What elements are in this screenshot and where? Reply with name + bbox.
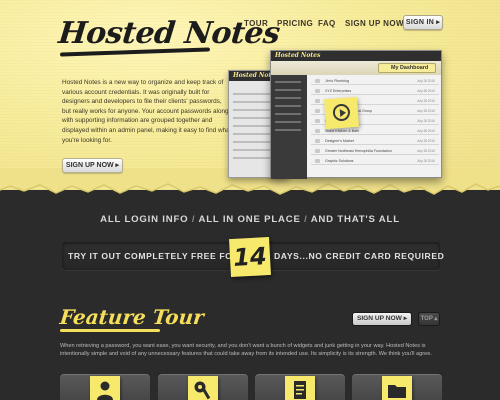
mock-row-date: July 28 2010: [416, 109, 435, 113]
mock-sidebar-item: [275, 113, 301, 115]
tagline-part-2: ALL IN ONE PLACE: [198, 214, 301, 225]
mock-table-row: Jim's Plumbing July 28 2010: [311, 78, 439, 85]
mock-row-date: July 28 2010: [416, 89, 435, 93]
star-icon: [315, 159, 320, 163]
mock-sidebar-item: [275, 121, 301, 123]
mock-table-row: Greater Northeast Hemophilia Foundation J…: [311, 148, 439, 155]
mock-row-name: Jim's Plumbing: [325, 79, 350, 83]
tagline-part-1: ALL LOGIN INFO: [100, 214, 189, 225]
star-icon: [315, 99, 320, 103]
trial-text-left: TRY IT OUT COMPLETELY FREE FOR: [68, 251, 240, 261]
mock-sidebar: [271, 75, 307, 179]
sign-in-button[interactable]: SIGN IN ▸: [403, 15, 443, 30]
star-icon: [315, 129, 320, 133]
star-icon: [315, 139, 320, 143]
nav-sign-up-now[interactable]: SIGN UP NOW: [345, 19, 404, 28]
mock-table-row: Designer's Market July 28 2010: [311, 138, 439, 145]
mock-table-row: XYZ Enterprises July 28 2010: [311, 88, 439, 95]
mock-brand: Hosted Notes: [275, 52, 321, 59]
key-icon: [188, 376, 218, 400]
mock-row-name: Greater Northeast Hemophilia Foundation: [325, 149, 392, 153]
star-icon: [315, 109, 320, 113]
hero-sign-up-button[interactable]: SIGN UP NOW ▸: [62, 158, 123, 173]
mock-row-name: Graphic Solutions: [325, 159, 354, 163]
feature-description: When retrieving a password, you want eas…: [60, 343, 432, 357]
feature-tour-underline: [60, 329, 160, 332]
star-icon: [315, 89, 320, 93]
play-triangle: [339, 108, 347, 118]
mock-row-name: XYZ Enterprises: [325, 89, 352, 93]
mock-row-date: July 28 2010: [416, 159, 435, 163]
mock-sidebar-item: [275, 129, 301, 131]
mock-row-date: July 28 2010: [416, 149, 435, 153]
star-icon: [315, 149, 320, 153]
tagline-separator: /: [304, 214, 308, 225]
tagline: ALL LOGIN INFO / ALL IN ONE PLACE / AND …: [0, 214, 500, 225]
back-to-top-button[interactable]: TOP ▴: [418, 312, 440, 326]
tagline-separator: /: [191, 214, 196, 225]
document-icon: [285, 376, 315, 400]
nav-faq[interactable]: FAQ: [318, 19, 336, 28]
trial-days-note: 14: [229, 236, 271, 278]
mock-row-date: July 28 2010: [416, 99, 435, 103]
mock-topbar: Hosted Notes: [271, 51, 441, 61]
mock-row-date: July 28 2010: [416, 139, 435, 143]
folder-icon: [382, 376, 412, 400]
feature-sign-up-button[interactable]: SIGN UP NOW ▸: [352, 312, 412, 326]
mock-row-name: Designer's Market: [325, 139, 354, 143]
star-icon: [315, 119, 320, 123]
mock-sidebar-item: [275, 81, 301, 83]
mock-sidebar-item: [275, 89, 301, 91]
trial-text-right: DAYS...NO CREDIT CARD REQUIRED: [274, 251, 445, 261]
mock-dashboard-title: My Dashboard: [378, 63, 436, 73]
user-icon: [90, 376, 120, 400]
feature-tour-heading: Feature Tour: [58, 305, 206, 329]
nav-pricing[interactable]: PRICING: [277, 19, 313, 28]
feature-tile-notes[interactable]: [255, 374, 345, 400]
feature-tile-passwords[interactable]: [158, 374, 248, 400]
star-icon: [315, 79, 320, 83]
nav-tour[interactable]: TOUR: [244, 19, 268, 28]
mock-table-row: Stone Kitchen & Bath July 28 2010: [311, 128, 439, 135]
mock-row-date: July 28 2010: [416, 119, 435, 123]
feature-tile-users[interactable]: [60, 374, 150, 400]
play-icon: [332, 103, 351, 122]
mock-row-name: Stone Kitchen & Bath: [325, 129, 360, 133]
play-video-button[interactable]: [323, 96, 360, 130]
intro-text: Hosted Notes is a new way to organize an…: [62, 79, 232, 144]
tagline-part-3: AND THAT'S ALL: [310, 214, 400, 225]
mock-table-row: Graphic Solutions July 28 2010: [311, 158, 439, 165]
feature-tile-folders[interactable]: [352, 374, 442, 400]
mock-row-date: July 28 2010: [416, 129, 435, 133]
mock-sidebar-item: [275, 97, 301, 99]
mock-row-date: July 28 2010: [416, 79, 435, 83]
mock-sidebar-item: [275, 105, 301, 107]
